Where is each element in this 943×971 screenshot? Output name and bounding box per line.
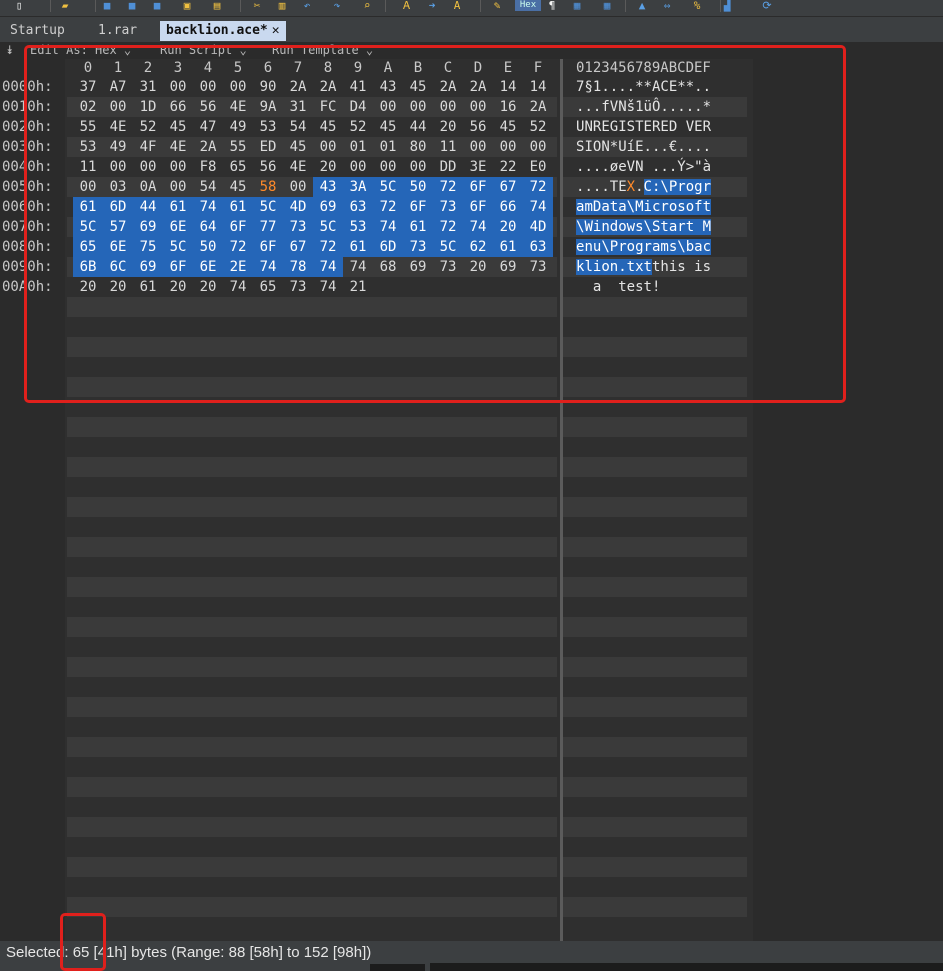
tab-startup[interactable]: Startup (4, 21, 71, 41)
row-stripe (563, 817, 747, 837)
save-all-icon[interactable]: ■ (150, 0, 164, 11)
row-stripe (67, 897, 557, 917)
tab-label: 1.rar (98, 23, 138, 38)
open-file-icon[interactable]: ▰ (58, 0, 72, 11)
paste-icon[interactable]: ▥ (275, 0, 289, 11)
row-stripe (67, 617, 557, 637)
tab-backlion-ace[interactable]: backlion.ace* ✕ (160, 21, 286, 41)
text-icon[interactable]: A (450, 0, 464, 11)
toolbar-separator (240, 0, 241, 12)
highlight-icon[interactable]: ✎ (490, 0, 504, 11)
row-stripe (67, 857, 557, 877)
hex-icon[interactable]: Hex (515, 0, 541, 11)
toolbar-separator (480, 0, 481, 12)
row-stripe (563, 777, 747, 797)
redo-icon[interactable]: ↷ (330, 0, 344, 11)
save-as-icon[interactable]: ■ (125, 0, 139, 11)
row-stripe (563, 897, 747, 917)
undo-icon[interactable]: ↶ (300, 0, 314, 11)
row-stripe (67, 697, 557, 717)
goto-icon[interactable]: ➜ (425, 0, 439, 11)
row-stripe (67, 817, 557, 837)
find-icon[interactable]: ⌕ (360, 0, 374, 11)
tab-bar: Startup 1.rar backlion.ace* ✕ (0, 17, 943, 42)
main-toolbar: ▯ ▰ ■ ■ ■ ▣ ▤ ✂ ▥ ↶ ↷ ⌕ Ꭺ ➜ A ✎ Hex ¶ ▦ ▦ ▲ ⇔% ▟ ⟳ (0, 0, 943, 16)
row-stripe (563, 417, 747, 437)
row-stripe (67, 497, 557, 517)
compare-icon[interactable]: ⇔ (660, 0, 674, 11)
status-divider (370, 964, 425, 971)
annotation-box-selected-count (60, 913, 106, 971)
sync-icon[interactable]: ⟳ (760, 0, 774, 11)
row-stripe (563, 617, 747, 637)
toolbar-separator (720, 0, 721, 12)
row-stripe (67, 577, 557, 597)
toolbar-separator (625, 0, 626, 12)
row-stripe (67, 417, 557, 437)
row-stripe (67, 537, 557, 557)
close-file-icon[interactable]: ▣ (180, 0, 194, 11)
pilcrow-icon[interactable]: ¶ (545, 0, 559, 11)
row-stripe (67, 657, 557, 677)
percent-icon[interactable]: % (690, 0, 704, 11)
row-stripe (563, 537, 747, 557)
row-stripe (67, 737, 557, 757)
columns-icon[interactable]: ▦ (570, 0, 584, 11)
status-divider (430, 963, 943, 971)
calculator-icon[interactable]: ▦ (600, 0, 614, 11)
toolbar-separator (50, 0, 51, 12)
close-icon[interactable]: ✕ (272, 23, 280, 38)
collapse-icon[interactable]: ⯯ (6, 42, 13, 59)
row-stripe (563, 657, 747, 677)
annotation-box-hex-data (24, 45, 846, 403)
row-stripe (67, 457, 557, 477)
save-icon[interactable]: ■ (100, 0, 114, 11)
row-stripe (563, 457, 747, 477)
toolbar-separator (385, 0, 386, 12)
row-stripe (563, 737, 747, 757)
histogram-icon[interactable]: ▟ (720, 0, 734, 11)
tab-label: Startup (10, 23, 65, 38)
new-file-icon[interactable]: ▯ (12, 0, 26, 11)
cut-icon[interactable]: ✂ (250, 0, 264, 11)
row-stripe (563, 697, 747, 717)
replace-icon[interactable]: Ꭺ (400, 0, 414, 11)
tab-1-rar[interactable]: 1.rar (92, 21, 143, 41)
row-stripe (563, 857, 747, 877)
export-icon[interactable]: ▲ (635, 0, 649, 11)
copy-icon[interactable]: ▤ (210, 0, 224, 11)
row-stripe (67, 777, 557, 797)
toolbar-separator (95, 0, 96, 12)
tab-label: backlion.ace* (166, 23, 268, 38)
row-stripe (563, 577, 747, 597)
row-stripe (563, 497, 747, 517)
